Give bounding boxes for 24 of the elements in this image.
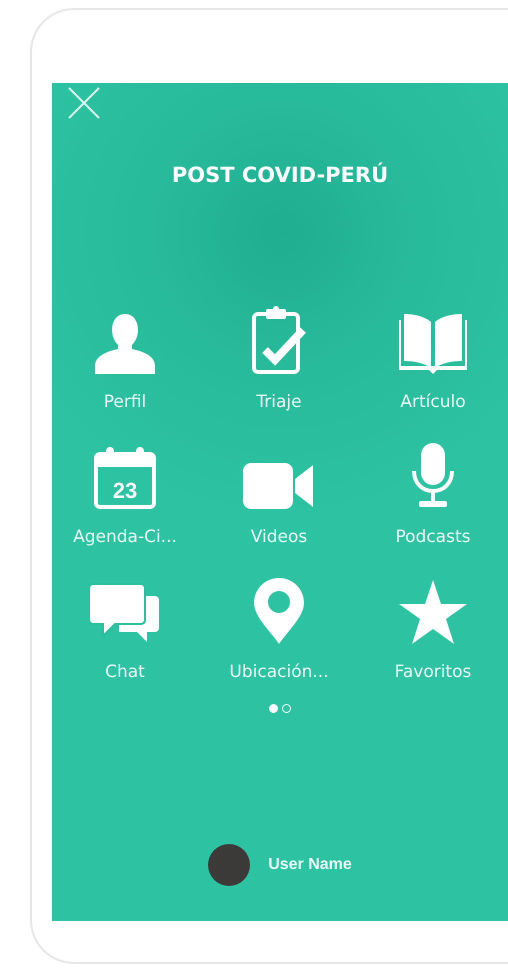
menu-item[interactable]: Triaje: [202, 297, 356, 412]
app-title: POST COVID-PERÚ: [170, 163, 390, 187]
person-icon: [93, 314, 157, 374]
menu-item[interactable]: Perfil: [48, 297, 202, 412]
page-dot[interactable]: [269, 704, 278, 713]
close-button[interactable]: [68, 87, 100, 119]
menu-item[interactable]: Videos: [202, 432, 356, 547]
close-icon: [68, 87, 100, 119]
menu-item[interactable]: Ubicación...: [202, 567, 356, 682]
menu-item[interactable]: Podcasts: [356, 432, 508, 547]
menu-item[interactable]: Chat: [48, 567, 202, 682]
page-dot[interactable]: [282, 704, 291, 713]
microphone-icon: [410, 443, 456, 509]
video-camera-icon: [243, 463, 315, 509]
chat-bubbles-icon: [89, 582, 161, 644]
menu-item[interactable]: Favoritos: [356, 567, 508, 682]
star-icon: [399, 580, 467, 644]
user-name: User Name: [268, 856, 352, 874]
menu-item[interactable]: Artículo: [356, 297, 508, 412]
clipboard-check-icon: [251, 306, 307, 374]
location-pin-icon: [254, 578, 304, 644]
avatar: [208, 844, 250, 886]
menu-item[interactable]: 23 Agenda-Ci...: [48, 432, 202, 547]
open-book-icon: [397, 312, 469, 374]
